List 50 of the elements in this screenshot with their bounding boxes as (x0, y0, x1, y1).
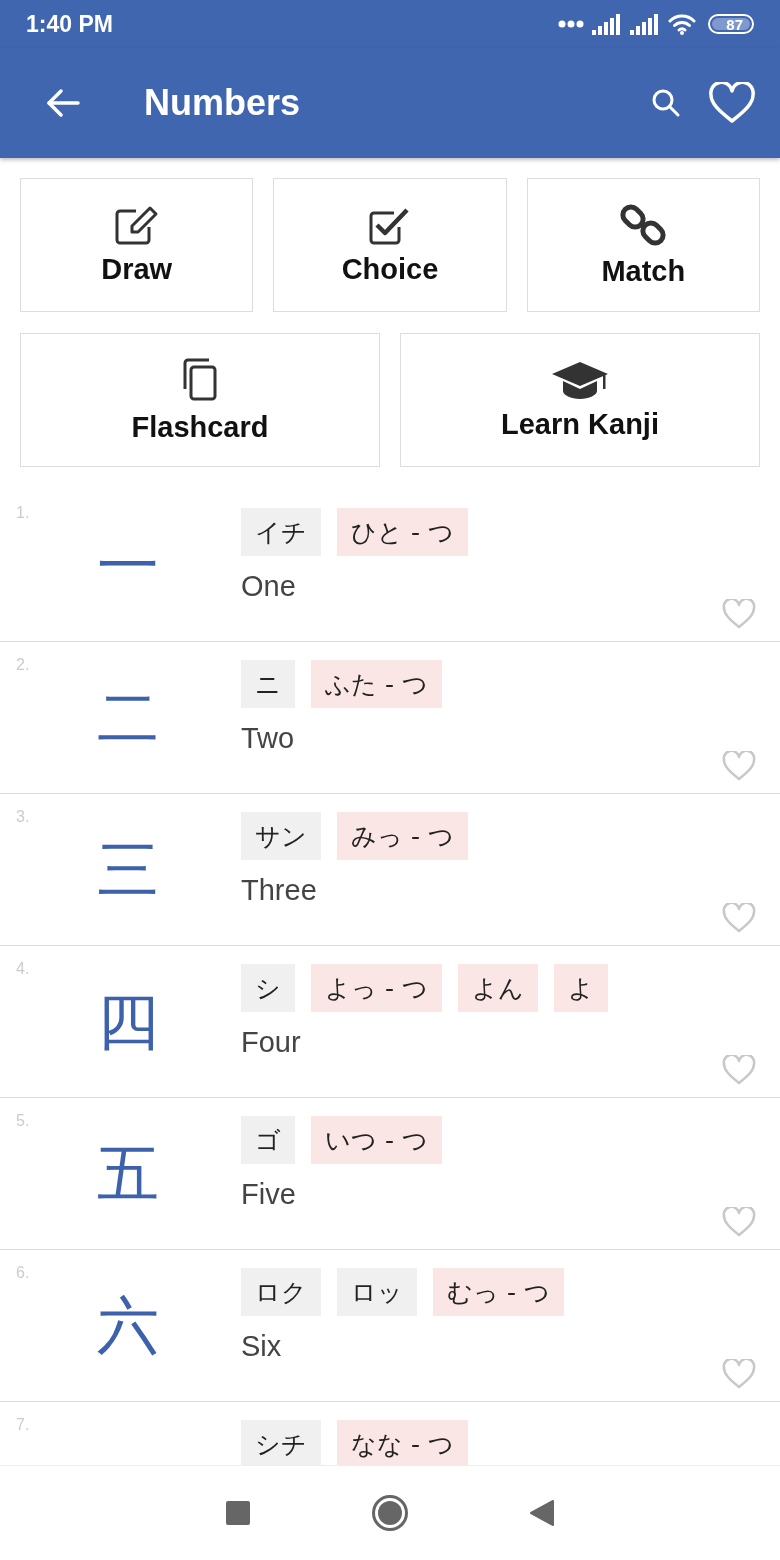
reading-tag: よ (553, 964, 608, 1012)
kanji-character: 五 (97, 1135, 159, 1212)
mode-button[interactable]: Flashcard (20, 333, 380, 467)
status-time: 1:40 PM (26, 10, 113, 38)
meaning-text: One (241, 570, 297, 603)
kanji-character: 六 (97, 1287, 159, 1364)
reading-tag: ニ (241, 660, 295, 708)
kanji-character: 一 (97, 527, 159, 604)
back-triangle-icon[interactable] (529, 1499, 555, 1527)
search-icon[interactable] (650, 87, 682, 119)
mode-button[interactable]: Draw (20, 178, 254, 312)
meaning-text: Three (241, 874, 318, 907)
reading-tag: ひと - つ (337, 508, 468, 556)
reading-tag: シ (241, 964, 295, 1012)
chain-link-icon (620, 202, 667, 247)
reading-tag: よん (457, 964, 538, 1012)
mode-button[interactable]: Match (526, 178, 760, 312)
battery-icon (708, 14, 754, 34)
kanji-character: 四 (97, 983, 159, 1060)
reading-tag: みっ - つ (337, 812, 468, 860)
reading-tag: ふた - つ (311, 660, 442, 708)
reading-tag: イチ (241, 508, 321, 556)
reading-tag: なな - つ (337, 1420, 468, 1465)
reading-tag: ロク (241, 1268, 321, 1316)
signal-icon (592, 13, 622, 35)
mode-button[interactable]: Learn Kanji (400, 333, 760, 467)
meaning-text: Six (241, 1330, 283, 1363)
graduation-cap-icon (550, 359, 610, 400)
meaning-text: Five (241, 1178, 297, 1211)
mode-button[interactable]: Choice (273, 178, 507, 312)
reading-tag: いつ - つ (311, 1116, 442, 1164)
meaning-text: Two (241, 722, 296, 755)
reading-tag: よっ - つ (311, 964, 442, 1012)
kanji-character: 二 (97, 679, 159, 756)
reading-tag: ゴ (241, 1116, 295, 1164)
home-circle-icon[interactable] (371, 1494, 409, 1532)
more-dots-icon (558, 20, 584, 28)
meaning-text: Four (241, 1026, 302, 1059)
reading-tag: シチ (241, 1420, 321, 1465)
reading-tag: ロッ (337, 1268, 417, 1316)
reading-tag: サン (241, 812, 321, 860)
pencil-square-icon (113, 204, 160, 245)
signal-icon (630, 13, 660, 35)
reading-tag: むっ - つ (433, 1268, 564, 1316)
battery-level: 87 (726, 15, 743, 33)
screen-title: Numbers (144, 82, 301, 124)
kanji-character: 三 (97, 831, 159, 908)
wifi-icon (668, 13, 696, 35)
recents-square-icon[interactable] (225, 1500, 251, 1526)
back-arrow-icon[interactable] (46, 88, 80, 118)
